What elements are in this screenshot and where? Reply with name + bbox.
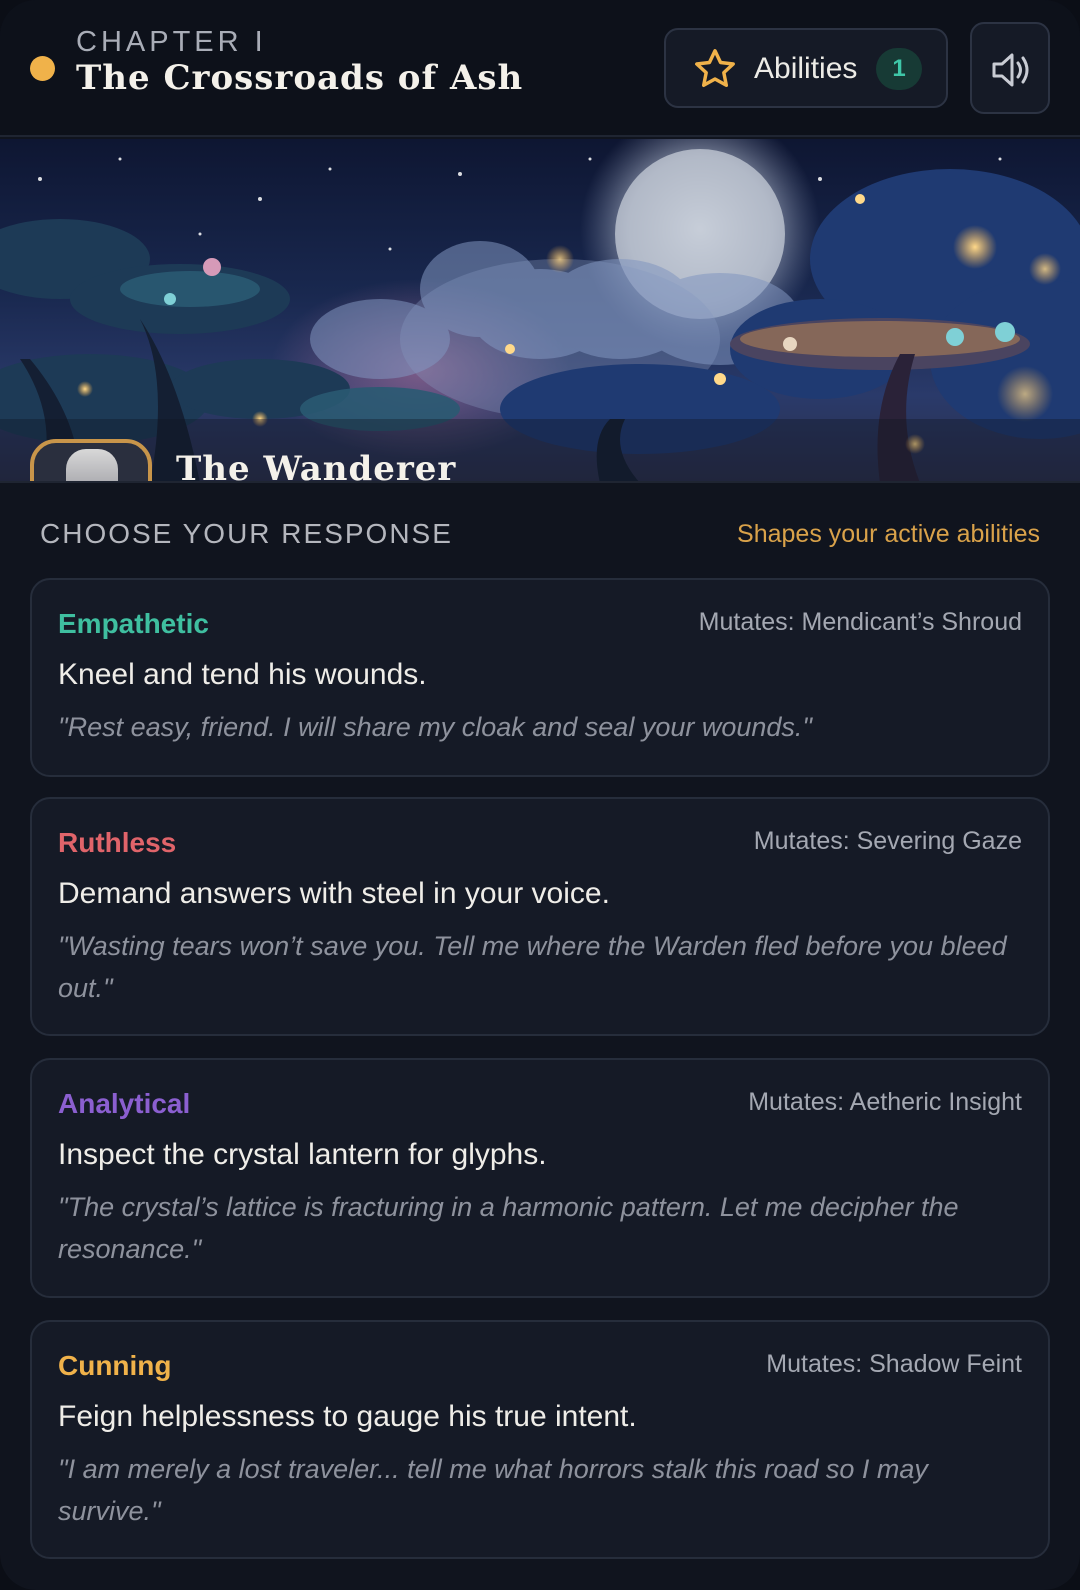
- star-icon: [695, 49, 735, 88]
- response-option-cunning[interactable]: Cunning Mutates: Shadow Feint Feign help…: [30, 1320, 1050, 1559]
- abilities-label: Abilities: [754, 52, 858, 85]
- response-quote: "Rest easy, friend. I will share my cloa…: [58, 712, 812, 742]
- game-frame: CHAPTER I The Crossroads of Ash Abilitie…: [0, 0, 1080, 1590]
- response-option-analytical[interactable]: Analytical Mutates: Aetheric Insight Ins…: [30, 1058, 1050, 1298]
- response-action: Inspect the crystal lantern for glyphs.: [58, 1138, 547, 1171]
- abilities-count-badge: 1: [876, 48, 922, 90]
- abilities-button[interactable]: Abilities 1: [664, 28, 948, 108]
- response-action: Kneel and tend his wounds.: [58, 658, 427, 691]
- response-action: Feign helplessness to gauge his true int…: [58, 1400, 637, 1433]
- npc-name: The Wanderer: [176, 449, 457, 483]
- chapter-title: The Crossroads of Ash: [76, 58, 524, 98]
- response-tone: Ruthless: [58, 827, 177, 858]
- chapter-label: CHAPTER I: [76, 26, 267, 58]
- response-quote: "I am merely a lost traveler... tell me …: [58, 1454, 928, 1526]
- sound-toggle-button[interactable]: [970, 22, 1050, 114]
- response-mutates: Mutates: Mendicant’s Shroud: [698, 608, 1022, 636]
- response-tone: Cunning: [58, 1350, 172, 1381]
- scene-illustration: [0, 139, 1080, 481]
- responses-title: CHOOSE YOUR RESPONSE: [40, 518, 453, 549]
- response-action: Demand answers with steel in your voice.: [58, 877, 610, 910]
- speaker-icon: [992, 53, 1029, 87]
- response-mutates: Mutates: Severing Gaze: [753, 827, 1022, 855]
- npc-figure: [66, 449, 118, 481]
- response-option-empathetic[interactable]: Empathetic Mutates: Mendicant’s Shroud K…: [30, 578, 1050, 777]
- status-dot: [30, 56, 55, 81]
- scene-banner: The Wanderer: [0, 139, 1080, 483]
- response-option-ruthless[interactable]: Ruthless Mutates: Severing Gaze Demand a…: [30, 797, 1050, 1036]
- response-mutates: Mutates: Shadow Feint: [766, 1350, 1022, 1378]
- response-mutates: Mutates: Aetheric Insight: [748, 1088, 1022, 1116]
- response-tone: Empathetic: [58, 608, 209, 639]
- response-tone: Analytical: [58, 1088, 191, 1119]
- chapter-header: CHAPTER I The Crossroads of Ash Abilitie…: [0, 0, 1080, 137]
- npc-portrait: [30, 439, 152, 481]
- response-quote: "The crystal’s lattice is fracturing in …: [58, 1192, 959, 1264]
- responses-hint: Shapes your active abilities: [737, 520, 1040, 548]
- response-quote: "Wasting tears won’t save you. Tell me w…: [58, 931, 1007, 1003]
